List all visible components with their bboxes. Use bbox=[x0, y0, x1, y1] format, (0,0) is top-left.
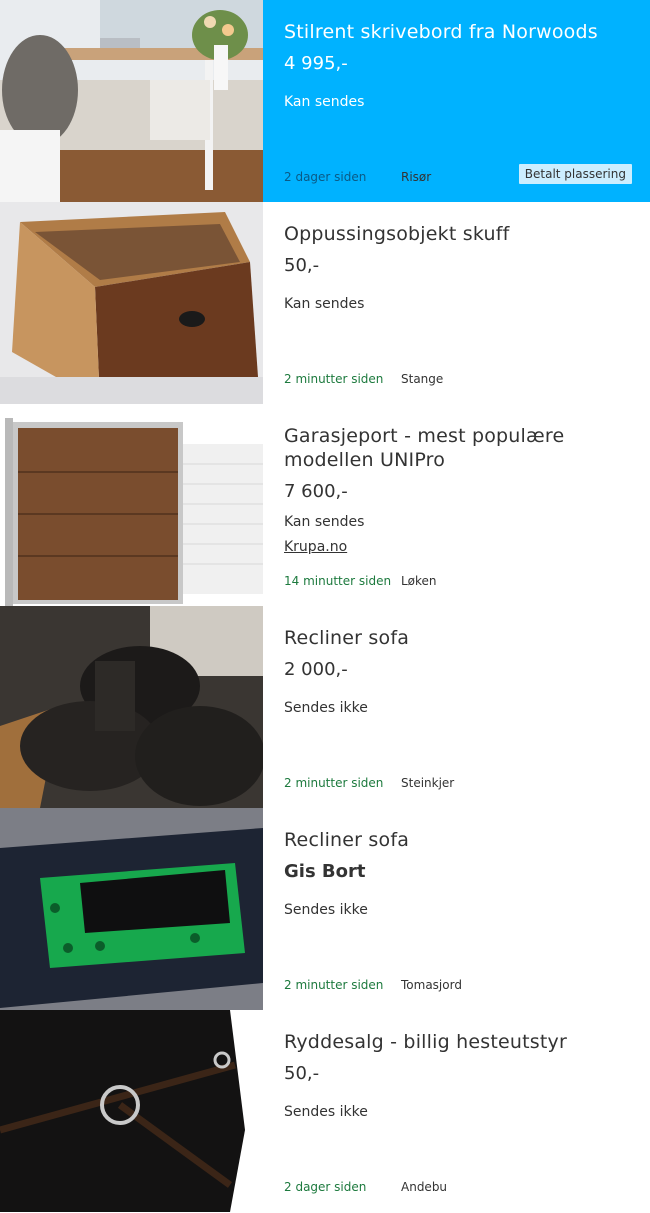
listing-time: 2 minutter siden bbox=[284, 978, 384, 992]
listing-item[interactable]: Recliner sofa 2 000,- Sendes ikke 2 minu… bbox=[0, 606, 650, 808]
listing-time: 2 minutter siden bbox=[284, 776, 384, 790]
listing-location: Andebu bbox=[401, 1180, 448, 1194]
listing-location: Steinkjer bbox=[401, 776, 455, 790]
listing-item[interactable]: Ryddesalg - billig hesteutstyr 50,- Send… bbox=[0, 1010, 650, 1212]
shipping-status: Sendes ikke bbox=[284, 700, 368, 716]
listing-title[interactable]: Stilrent skrivebord fra Norwoods bbox=[284, 20, 632, 44]
listing-list: Stilrent skrivebord fra Norwoods 4 995,-… bbox=[0, 0, 650, 1212]
listing-price: 7 600,- bbox=[284, 481, 348, 502]
shipping-status: Kan sendes bbox=[284, 94, 365, 110]
listing-location: Stange bbox=[401, 372, 444, 386]
shipping-status: Kan sendes bbox=[284, 514, 365, 530]
listing-info: Oppussingsobjekt skuff 50,- Kan sendes 2… bbox=[263, 202, 650, 404]
listing-image-desk[interactable] bbox=[0, 0, 263, 202]
listing-location: Risør bbox=[401, 170, 432, 184]
seller-link[interactable]: Krupa.no bbox=[284, 539, 347, 555]
listing-item[interactable]: Recliner sofa Gis Bort Sendes ikke 2 min… bbox=[0, 808, 650, 1010]
listing-meta: 2 dager siden Andebu bbox=[284, 1180, 447, 1194]
listing-meta: 2 dager siden Risør bbox=[284, 170, 431, 184]
listing-image-circuit-board[interactable] bbox=[0, 808, 263, 1010]
listing-title[interactable]: Recliner sofa bbox=[284, 828, 632, 852]
listing-image-sofa[interactable] bbox=[0, 606, 263, 808]
paid-placement-badge: Betalt plassering bbox=[518, 164, 632, 184]
listing-meta: 2 minutter siden Steinkjer bbox=[284, 776, 454, 790]
listing-price: 2 000,- bbox=[284, 659, 348, 680]
listing-title[interactable]: Garasjeport - mest populære modellen UNI… bbox=[284, 424, 632, 472]
listing-time: 2 dager siden bbox=[284, 1180, 367, 1194]
listing-price: 50,- bbox=[284, 255, 320, 276]
listing-item[interactable]: Oppussingsobjekt skuff 50,- Kan sendes 2… bbox=[0, 202, 650, 404]
listing-price: Gis Bort bbox=[284, 861, 366, 882]
shipping-status: Sendes ikke bbox=[284, 902, 368, 918]
listing-price: 4 995,- bbox=[284, 53, 348, 74]
listing-item[interactable]: Garasjeport - mest populære modellen UNI… bbox=[0, 404, 650, 606]
listing-image-drawer[interactable] bbox=[0, 202, 263, 404]
listing-location: Løken bbox=[401, 574, 437, 588]
listing-image-horse-bridle[interactable] bbox=[0, 1010, 263, 1212]
listing-meta: 2 minutter siden Stange bbox=[284, 372, 443, 386]
listing-title[interactable]: Recliner sofa bbox=[284, 626, 632, 650]
listing-title[interactable]: Ryddesalg - billig hesteutstyr bbox=[284, 1030, 632, 1054]
shipping-status: Kan sendes bbox=[284, 296, 365, 312]
listing-meta: 2 minutter siden Tomasjord bbox=[284, 978, 462, 992]
listing-title[interactable]: Oppussingsobjekt skuff bbox=[284, 222, 632, 246]
listing-time: 14 minutter siden bbox=[284, 574, 392, 588]
listing-image-garage-door[interactable] bbox=[0, 404, 263, 606]
listing-info: Stilrent skrivebord fra Norwoods 4 995,-… bbox=[263, 0, 650, 202]
listing-location: Tomasjord bbox=[401, 978, 462, 992]
listing-time: 2 minutter siden bbox=[284, 372, 384, 386]
listing-meta: 14 minutter siden Løken bbox=[284, 574, 437, 588]
shipping-status: Sendes ikke bbox=[284, 1104, 368, 1120]
listing-price: 50,- bbox=[284, 1063, 320, 1084]
listing-info: Recliner sofa 2 000,- Sendes ikke 2 minu… bbox=[263, 606, 650, 808]
listing-item[interactable]: Stilrent skrivebord fra Norwoods 4 995,-… bbox=[0, 0, 650, 202]
listing-time: 2 dager siden bbox=[284, 170, 367, 184]
listing-info: Garasjeport - mest populære modellen UNI… bbox=[263, 404, 650, 606]
listing-info: Ryddesalg - billig hesteutstyr 50,- Send… bbox=[263, 1010, 650, 1212]
listing-info: Recliner sofa Gis Bort Sendes ikke 2 min… bbox=[263, 808, 650, 1010]
